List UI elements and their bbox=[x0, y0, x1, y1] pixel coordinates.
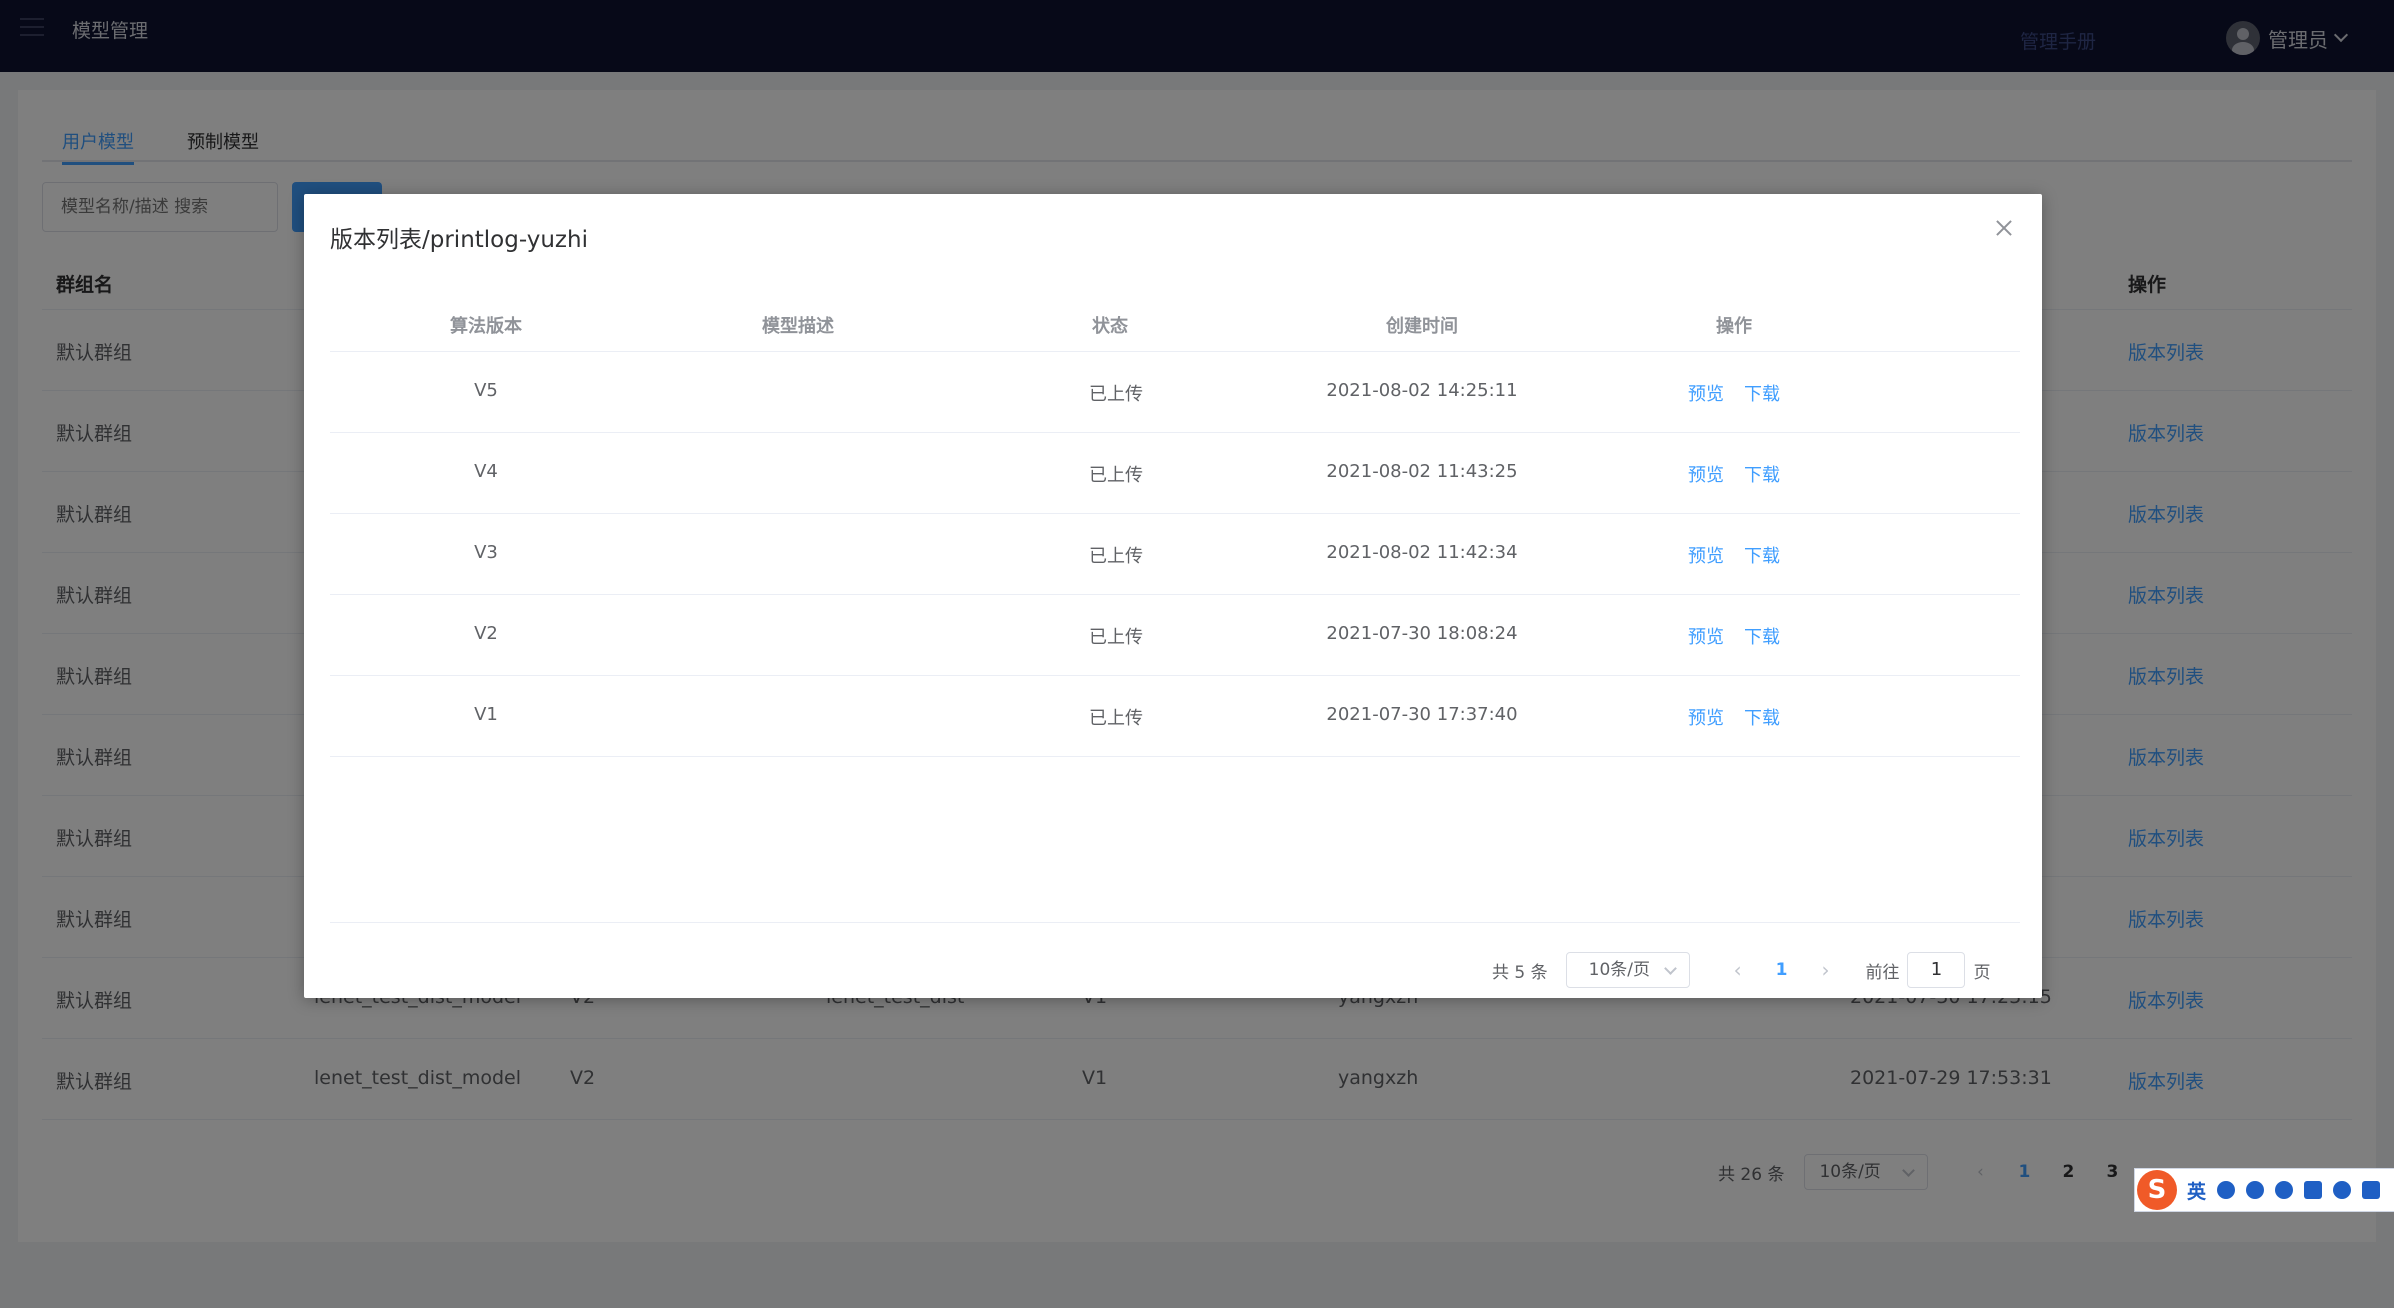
keyboard-icon[interactable] bbox=[2304, 1181, 2323, 1199]
cell-version: V3 bbox=[474, 542, 498, 563]
user-icon[interactable] bbox=[2333, 1181, 2352, 1199]
dialog-title: 版本列表/printlog-yuzhi bbox=[330, 227, 588, 253]
download-link[interactable]: 下载 bbox=[1744, 708, 1780, 729]
cell-status: 已上传 bbox=[1089, 546, 1143, 567]
cell-status: 已上传 bbox=[1089, 384, 1143, 405]
ime-language-toggle[interactable]: 英 bbox=[2187, 1177, 2206, 1204]
cell-created-time: 2021-07-30 17:37:40 bbox=[1326, 704, 1518, 725]
page-suffix-label: 页 bbox=[1973, 962, 1991, 983]
cell-operations: 预览 下载 bbox=[1578, 704, 1890, 730]
download-link[interactable]: 下载 bbox=[1744, 384, 1780, 405]
version-table: 算法版本 模型描述 状态 创建时间 操作 V5 已上传 2021-08-02 14:… bbox=[330, 308, 2020, 757]
cell-status: 已上传 bbox=[1089, 465, 1143, 486]
goto-page-input[interactable]: 1 bbox=[1907, 952, 1966, 988]
dialog-page-1-button[interactable]: 1 bbox=[1762, 960, 1802, 980]
cell-operations: 预览 下载 bbox=[1578, 380, 1890, 406]
table-bottom-divider bbox=[330, 922, 2020, 923]
version-row: V3 已上传 2021-08-02 11:42:34 预览 下载 bbox=[330, 514, 2020, 595]
column-header-operation: 操作 bbox=[1716, 316, 1752, 337]
download-link[interactable]: 下载 bbox=[1744, 546, 1780, 567]
column-header-status: 状态 bbox=[1092, 316, 1128, 337]
cell-status: 已上传 bbox=[1089, 627, 1143, 648]
prev-page-icon[interactable]: ‹ bbox=[1714, 958, 1762, 982]
dialog-pagination-total: 共 5 条 bbox=[1492, 962, 1548, 983]
column-header-version: 算法版本 bbox=[450, 316, 522, 337]
cell-created-time: 2021-08-02 14:25:11 bbox=[1326, 380, 1518, 401]
preview-link[interactable]: 预览 bbox=[1688, 708, 1724, 729]
version-row: V2 已上传 2021-07-30 18:08:24 预览 下载 bbox=[330, 595, 2020, 676]
download-link[interactable]: 下载 bbox=[1744, 465, 1780, 486]
cell-version: V5 bbox=[474, 380, 498, 401]
cell-operations: 预览 下载 bbox=[1578, 542, 1890, 568]
version-row: V4 已上传 2021-08-02 11:43:25 预览 下载 bbox=[330, 433, 2020, 514]
preview-link[interactable]: 预览 bbox=[1688, 465, 1724, 486]
goto-label: 前往 bbox=[1865, 962, 1900, 983]
cell-version: V2 bbox=[474, 623, 498, 644]
version-table-header: 算法版本 模型描述 状态 创建时间 操作 bbox=[330, 308, 2020, 352]
dialog-pagination: 共 5 条 10条/页 ‹ 1 › 前往 1 页 bbox=[1492, 952, 1990, 988]
preview-link[interactable]: 预览 bbox=[1688, 546, 1724, 567]
preview-link[interactable]: 预览 bbox=[1688, 627, 1724, 648]
cell-version: V1 bbox=[474, 704, 498, 725]
cell-version: V4 bbox=[474, 461, 498, 482]
ime-toolbar: S 英 bbox=[2134, 1168, 2394, 1212]
cell-created-time: 2021-08-02 11:43:25 bbox=[1326, 461, 1518, 482]
column-header-created-time: 创建时间 bbox=[1386, 316, 1458, 337]
download-link[interactable]: 下载 bbox=[1744, 627, 1780, 648]
cell-created-time: 2021-08-02 11:42:34 bbox=[1326, 542, 1518, 563]
column-header-description: 模型描述 bbox=[762, 316, 834, 337]
next-page-icon[interactable]: › bbox=[1801, 958, 1849, 982]
version-row: V5 已上传 2021-08-02 14:25:11 预览 下载 bbox=[330, 352, 2020, 433]
cell-created-time: 2021-07-30 18:08:24 bbox=[1326, 623, 1518, 644]
dialog-page-size-select[interactable]: 10条/页 bbox=[1565, 952, 1690, 988]
cell-status: 已上传 bbox=[1089, 708, 1143, 729]
close-icon[interactable] bbox=[1992, 216, 2016, 240]
sogou-logo-icon[interactable]: S bbox=[2137, 1170, 2177, 1210]
emoji-icon[interactable] bbox=[2246, 1181, 2265, 1199]
microphone-icon[interactable] bbox=[2275, 1181, 2294, 1199]
version-list-dialog: 版本列表/printlog-yuzhi 算法版本 模型描述 状态 创建时间 操作… bbox=[304, 194, 2042, 998]
punctuation-icon[interactable] bbox=[2217, 1181, 2236, 1199]
cell-operations: 预览 下载 bbox=[1578, 623, 1890, 649]
cell-operations: 预览 下载 bbox=[1578, 461, 1890, 487]
version-row: V1 已上传 2021-07-30 17:37:40 预览 下载 bbox=[330, 676, 2020, 757]
preview-link[interactable]: 预览 bbox=[1688, 384, 1724, 405]
skin-shirt-icon[interactable] bbox=[2362, 1181, 2381, 1199]
